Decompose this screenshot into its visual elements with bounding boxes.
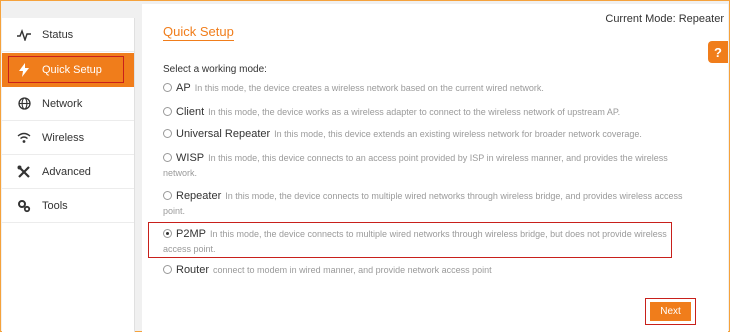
radio-button[interactable]: [163, 129, 172, 138]
sidebar-item-label: Advanced: [42, 165, 91, 178]
mode-option-ap[interactable]: AP In this mode, the device creates a wir…: [163, 81, 683, 96]
sidebar-item-label: Network: [42, 97, 83, 110]
sidebar-item-tools[interactable]: Tools: [2, 189, 134, 223]
tools-icon: [16, 164, 32, 180]
selected-option-highlight: [148, 222, 672, 258]
sidebar: Status Quick Setup Network Wireless Adva…: [2, 18, 135, 332]
sidebar-item-quick-setup[interactable]: Quick Setup: [2, 53, 134, 87]
current-mode-label: Current Mode: Repeater: [605, 13, 724, 25]
page-title: Quick Setup: [163, 24, 234, 41]
gears-icon: [16, 198, 32, 214]
radio-button[interactable]: [163, 265, 172, 274]
radio-button[interactable]: [163, 83, 172, 92]
radio-button[interactable]: [163, 191, 172, 200]
pulse-icon: [16, 27, 32, 43]
sidebar-item-label: Wireless: [42, 131, 85, 144]
sidebar-item-wireless[interactable]: Wireless: [2, 121, 134, 155]
main-panel: Current Mode: Repeater Quick Setup ? Sel…: [142, 4, 728, 332]
next-button-highlight: Next: [645, 298, 696, 325]
globe-icon: [16, 96, 32, 112]
sidebar-item-network[interactable]: Network: [2, 87, 134, 121]
radio-button[interactable]: [163, 153, 172, 162]
mode-option-client[interactable]: Client In this mode, the device works as …: [163, 105, 683, 120]
sidebar-item-label: Status: [42, 28, 74, 41]
sidebar-item-advanced[interactable]: Advanced: [2, 155, 134, 189]
highlight-outline: [8, 56, 124, 83]
mode-option-wisp[interactable]: WISP In this mode, this device connects t…: [163, 151, 683, 181]
mode-option-router[interactable]: Router connect to modem in wired manner, …: [163, 263, 683, 278]
help-button[interactable]: ?: [708, 41, 728, 63]
mode-option-repeater[interactable]: Repeater In this mode, the device connect…: [163, 189, 683, 219]
next-button[interactable]: Next: [650, 302, 691, 321]
wifi-icon: [16, 130, 32, 146]
working-mode-heading: Select a working mode:: [163, 64, 267, 75]
mode-option-universal-repeater[interactable]: Universal Repeater In this mode, this dev…: [163, 127, 683, 142]
sidebar-item-status[interactable]: Status: [2, 18, 134, 52]
sidebar-item-label: Tools: [42, 199, 68, 212]
radio-button[interactable]: [163, 107, 172, 116]
